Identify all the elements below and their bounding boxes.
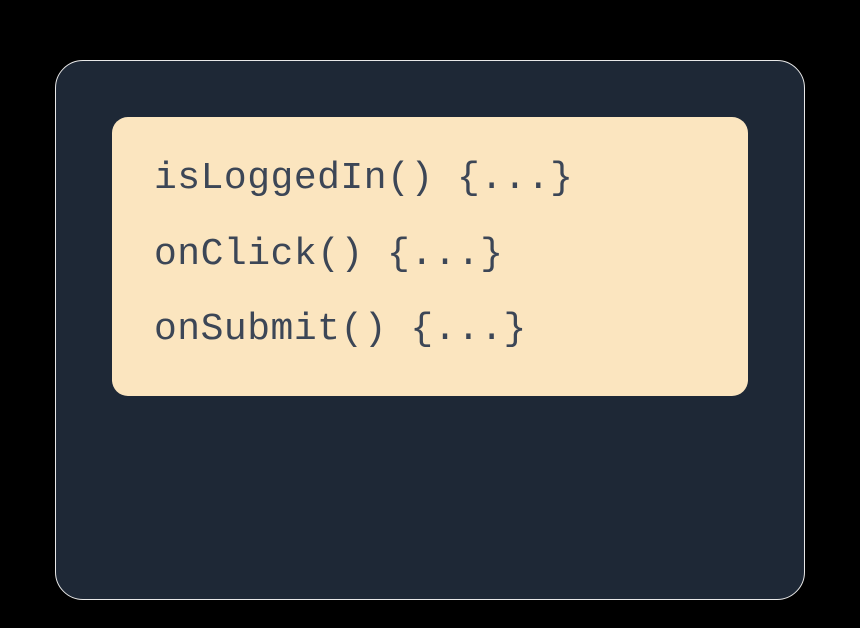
code-panel: isLoggedIn() {...} onClick() {...} onSub… (55, 60, 805, 600)
code-line: onSubmit() {...} (154, 308, 706, 352)
code-line: isLoggedIn() {...} (154, 157, 706, 201)
code-block: isLoggedIn() {...} onClick() {...} onSub… (112, 117, 748, 396)
code-line: onClick() {...} (154, 233, 706, 277)
